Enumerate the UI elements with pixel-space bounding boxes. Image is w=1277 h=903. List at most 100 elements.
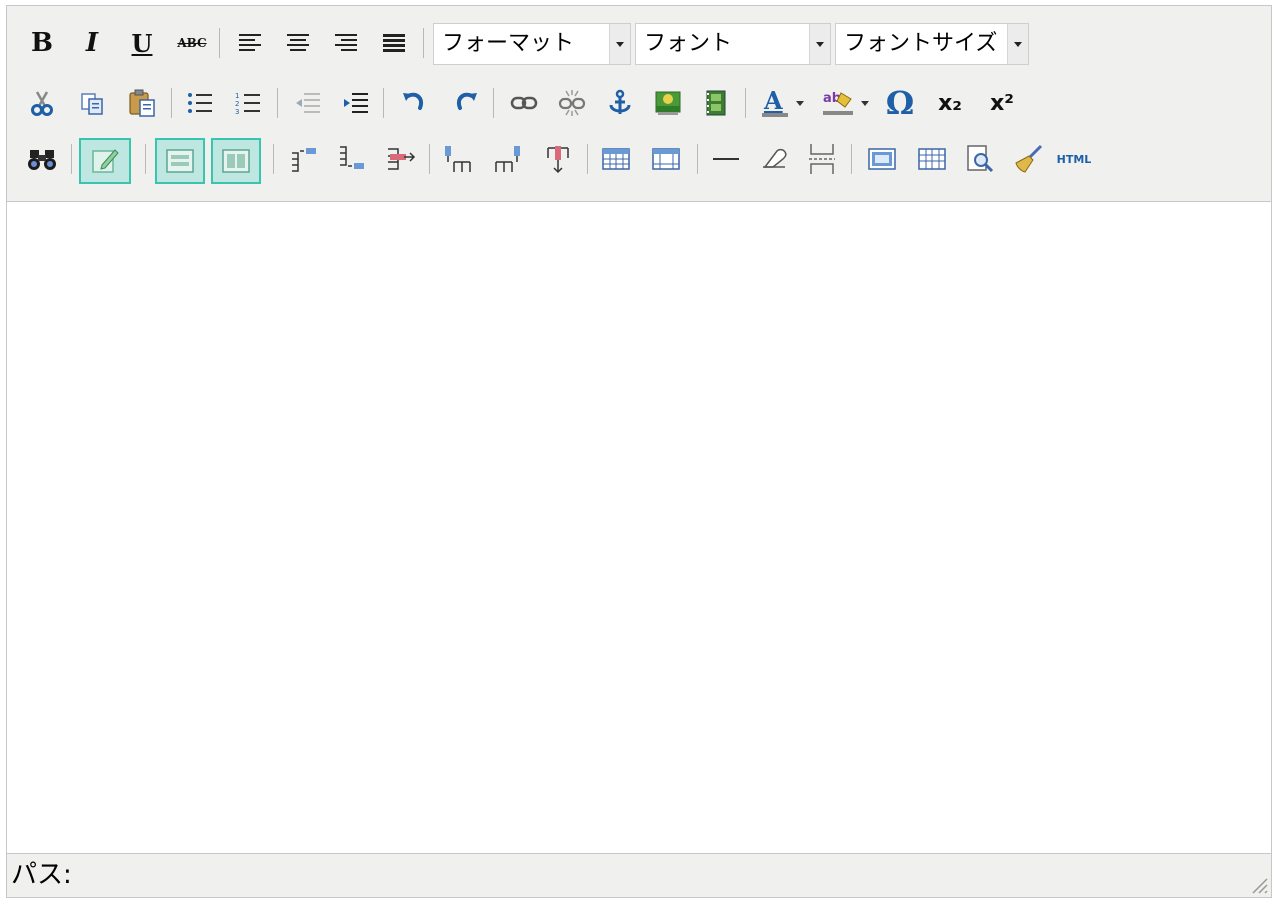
insert-column-before-icon [445, 146, 471, 172]
row-before-button[interactable] [283, 138, 325, 180]
separator [429, 144, 430, 174]
edit-document-icon [92, 149, 119, 173]
align-center-button[interactable] [277, 22, 319, 64]
separator [851, 144, 852, 174]
italic-button[interactable]: I [71, 22, 113, 64]
col-before-button[interactable] [437, 138, 479, 180]
remove-format-button[interactable] [753, 138, 795, 180]
resize-handle-icon[interactable] [1247, 873, 1269, 895]
html-source-label: HTML [1056, 152, 1092, 166]
font-select[interactable]: フォント [635, 23, 831, 65]
show-invisible-button[interactable] [211, 138, 261, 184]
strikethrough-button[interactable]: ABC [171, 22, 213, 64]
copy-button[interactable] [71, 82, 113, 124]
align-justify-button[interactable] [373, 22, 415, 64]
special-character-button[interactable]: Ω [879, 82, 921, 124]
unordered-list-button[interactable] [179, 82, 221, 124]
show-blocks-button[interactable] [155, 138, 205, 184]
align-justify-icon [383, 34, 405, 52]
separator [493, 88, 494, 118]
align-left-button[interactable] [229, 22, 271, 64]
strikethrough-label: ABC [177, 36, 207, 50]
copy-icon [81, 93, 103, 115]
delete-column-icon [547, 146, 569, 174]
table-icon [602, 148, 630, 170]
cleanup-button[interactable] [1007, 138, 1049, 180]
highlight-color-icon: ab [823, 91, 869, 115]
highlight-color-button[interactable]: ab [817, 82, 877, 124]
svg-text:3: 3 [235, 108, 239, 115]
outdent-button[interactable] [287, 82, 329, 124]
special-char-label: Ω [885, 84, 915, 122]
anchor-button[interactable] [599, 82, 641, 124]
undo-button[interactable] [393, 82, 435, 124]
separator [273, 144, 274, 174]
horizontal-line-icon [713, 158, 739, 160]
separator [697, 144, 698, 174]
bold-label: B [31, 28, 53, 58]
redo-icon [457, 92, 477, 110]
underline-button[interactable]: U [121, 22, 163, 64]
insert-link-button[interactable] [503, 82, 545, 124]
page-break-button[interactable] [801, 138, 843, 180]
image-icon [655, 91, 681, 115]
binoculars-icon [28, 150, 56, 170]
html-source-button[interactable]: HTML [1053, 138, 1095, 180]
delete-row-button[interactable] [379, 138, 421, 180]
editor-content-area[interactable] [7, 202, 1271, 854]
row-after-button[interactable] [331, 138, 373, 180]
window-icon [868, 148, 896, 170]
delete-col-button[interactable] [537, 138, 579, 180]
indent-icon [344, 93, 368, 113]
separator [71, 144, 72, 174]
font-select-value: フォント [644, 31, 733, 56]
font-size-select-value: フォントサイズ [844, 31, 998, 56]
format-select[interactable]: フォーマット [433, 23, 631, 65]
text-color-icon: A [762, 87, 804, 117]
paste-button[interactable] [121, 82, 163, 124]
redo-button[interactable] [445, 82, 487, 124]
text-color-button[interactable]: A [755, 82, 811, 124]
link-icon [510, 96, 538, 110]
bold-button[interactable]: B [21, 22, 63, 64]
visual-aid-button[interactable] [79, 138, 131, 184]
indent-button[interactable] [335, 82, 377, 124]
table-button[interactable] [595, 138, 637, 180]
align-right-button[interactable] [325, 22, 367, 64]
merge-cells-icon [652, 148, 680, 170]
unordered-list-icon [188, 93, 212, 113]
table-props-button[interactable] [911, 138, 953, 180]
separator [745, 88, 746, 118]
toolbar-row-3: HTML [21, 136, 1261, 184]
subscript-label: x₂ [938, 90, 962, 116]
preview-icon [967, 145, 994, 173]
font-size-select[interactable]: フォントサイズ [835, 23, 1029, 65]
format-select-value: フォーマット [442, 31, 575, 56]
insert-row-before-icon [292, 148, 316, 172]
media-icon [706, 90, 726, 116]
status-bar: パス: [7, 853, 1271, 897]
col-after-button[interactable] [487, 138, 529, 180]
superscript-button[interactable]: x² [981, 82, 1023, 124]
layout-icon [222, 149, 250, 173]
insert-column-after-icon [495, 146, 520, 172]
merge-cells-button[interactable] [645, 138, 687, 180]
ordered-list-button[interactable]: 1 2 3 [227, 82, 269, 124]
italic-label: I [85, 28, 99, 58]
insert-media-button[interactable] [695, 82, 737, 124]
unlink-button[interactable] [551, 82, 593, 124]
separator [587, 144, 588, 174]
chevron-down-icon [609, 24, 630, 64]
eraser-icon [763, 148, 787, 168]
preview-button[interactable] [959, 138, 1001, 180]
insert-image-button[interactable] [647, 82, 689, 124]
horizontal-rule-button[interactable] [705, 138, 747, 180]
broom-icon [1015, 144, 1043, 173]
separator [171, 88, 172, 118]
unlink-icon [558, 90, 586, 116]
find-button[interactable] [21, 138, 63, 180]
subscript-button[interactable]: x₂ [929, 82, 971, 124]
layer-button[interactable] [861, 138, 903, 180]
delete-row-icon [388, 148, 416, 170]
cut-button[interactable] [21, 82, 63, 124]
